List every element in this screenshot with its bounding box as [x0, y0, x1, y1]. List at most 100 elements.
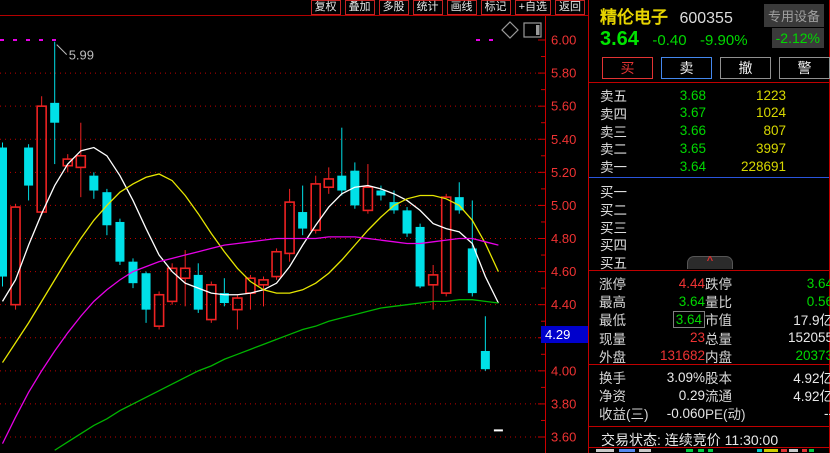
- toolbar-button-multi-stock[interactable]: 多股: [379, 0, 409, 15]
- candle-down: [129, 262, 138, 284]
- stat-label: 量比: [705, 291, 771, 311]
- stats-grid-2: 换手3.09%股本4.92亿净资0.29流通4.92亿收益(三)-0.060PE…: [589, 367, 829, 422]
- chevron-up-icon: ^: [688, 257, 732, 265]
- candle-down: [416, 227, 425, 287]
- ask-volume: 3997: [706, 141, 786, 156]
- row-fragment: [619, 449, 635, 452]
- ask-volume: 1024: [706, 105, 786, 120]
- candle-down: [0, 148, 7, 277]
- stat-value: 4.92亿: [771, 385, 830, 405]
- axis-label: 4.40: [551, 297, 576, 312]
- toolbar-button-add-watchlist[interactable]: +自选: [515, 0, 551, 15]
- ask-row[interactable]: 卖四3.671024: [589, 103, 829, 121]
- row-fragment: [686, 449, 693, 452]
- stat-label: 现量: [599, 328, 655, 348]
- stat-value: 20373: [771, 348, 830, 363]
- row-fragment: [802, 449, 807, 452]
- ask-price: 3.65: [650, 141, 706, 156]
- stock-name: 精伦电子: [600, 8, 668, 27]
- diamond-icon: [502, 22, 518, 38]
- toolbar-button-draw-line[interactable]: 画线: [447, 0, 477, 15]
- kline-chart[interactable]: 6.005.805.605.405.205.004.804.604.404.20…: [0, 16, 588, 453]
- stats-row: 收益(三)-0.060PE(动)--: [589, 403, 829, 421]
- trade-button-alert[interactable]: 警: [779, 57, 830, 79]
- price-change: -0.40: [652, 32, 686, 49]
- peak-price-label: 5.99: [69, 48, 94, 63]
- industry-change-badge[interactable]: -2.12%: [772, 28, 824, 48]
- candle-up: [181, 268, 190, 278]
- stats-row: 外盘131682内盘20373: [589, 346, 829, 364]
- candle-up: [429, 275, 438, 285]
- axis-price-tag-label: 4.29: [545, 327, 570, 342]
- ma_green-line: [55, 300, 499, 451]
- price-change-pct: -9.90%: [700, 32, 748, 49]
- row-fragment: [698, 449, 704, 452]
- bid-row[interactable]: 买一: [589, 181, 829, 199]
- candle-up: [259, 280, 268, 285]
- trade-button-cancel-order[interactable]: 撤: [720, 57, 771, 79]
- stat-value: 3.64: [771, 276, 830, 291]
- stat-label: 最低: [599, 309, 655, 329]
- stat-label: 涨停: [599, 273, 655, 293]
- candle-up: [246, 278, 255, 293]
- ask-price: 3.66: [650, 123, 706, 138]
- stat-label: 市值: [705, 309, 771, 329]
- industry-badge[interactable]: 专用设备: [764, 4, 824, 27]
- trade-buttons: 买卖撤警: [602, 57, 830, 79]
- toolbar-button-overlay[interactable]: 叠加: [345, 0, 375, 15]
- toolbar-button-mark[interactable]: 标记: [481, 0, 511, 15]
- axis-label: 6.00: [551, 33, 576, 48]
- stat-label: 外盘: [599, 346, 655, 366]
- candle-up: [272, 252, 281, 277]
- ask-row[interactable]: 卖二3.653997: [589, 138, 829, 156]
- stat-value: 4.92亿: [771, 367, 830, 387]
- bid-row[interactable]: 买四: [589, 234, 829, 252]
- bid-row[interactable]: 买二: [589, 199, 829, 217]
- candle-down: [50, 103, 59, 123]
- separator: [589, 82, 829, 83]
- candle-up: [324, 179, 333, 187]
- stat-value: 17.9亿: [771, 309, 830, 329]
- stats-row: 最低3.64市值17.9亿: [589, 309, 829, 327]
- row-fragment: [596, 449, 614, 452]
- panel-layout-icon-bar: [536, 25, 540, 35]
- axis-label: 5.40: [551, 132, 576, 147]
- ask-row[interactable]: 卖五3.681223: [589, 85, 829, 103]
- ask-price: 3.68: [650, 88, 706, 103]
- stat-value: -0.060: [655, 406, 705, 421]
- stat-value: 0.29: [655, 388, 705, 403]
- stat-value: 4.44: [655, 276, 705, 291]
- stat-value: 152055: [771, 330, 830, 345]
- candle-down: [142, 273, 151, 309]
- axis-label: 5.80: [551, 66, 576, 81]
- trade-button-buy[interactable]: 买: [602, 57, 653, 79]
- trade-button-sell[interactable]: 卖: [661, 57, 712, 79]
- separator: [589, 426, 829, 427]
- ask-row[interactable]: 卖一3.64228691: [589, 156, 829, 174]
- candle-down: [89, 176, 98, 191]
- row-fragment: [789, 449, 798, 452]
- candle-up: [207, 285, 216, 320]
- axis-label: 5.00: [551, 198, 576, 213]
- chart-toolbar: 复权叠加多股统计画线标记 +自选返回: [0, 0, 588, 16]
- bid-row[interactable]: 买三: [589, 217, 829, 235]
- toolbar-button-statistics[interactable]: 统计: [413, 0, 443, 15]
- separator: [589, 270, 829, 271]
- stat-label: 股本: [705, 367, 771, 387]
- axis-label: 4.60: [551, 264, 576, 279]
- candle-down: [468, 248, 477, 293]
- candle-down: [337, 176, 346, 191]
- stat-value: 131682: [655, 348, 705, 363]
- collapse-handle[interactable]: ^: [687, 256, 733, 269]
- stats-grid-1: 涨停4.44跌停3.64最高3.64量比0.56最低3.64市值17.9亿现量2…: [589, 273, 829, 364]
- toolbar-button-adjust-rights[interactable]: 复权: [311, 0, 341, 15]
- stat-label: 换手: [599, 367, 655, 387]
- toolbar-button-back[interactable]: 返回: [555, 0, 585, 15]
- row-fragment: [764, 449, 778, 452]
- ask-volume: 807: [706, 123, 786, 138]
- row-fragment: [757, 449, 762, 452]
- axis-label: 4.80: [551, 231, 576, 246]
- candle-down: [403, 210, 412, 233]
- row-fragment: [708, 449, 713, 452]
- ask-row[interactable]: 卖三3.66807: [589, 121, 829, 139]
